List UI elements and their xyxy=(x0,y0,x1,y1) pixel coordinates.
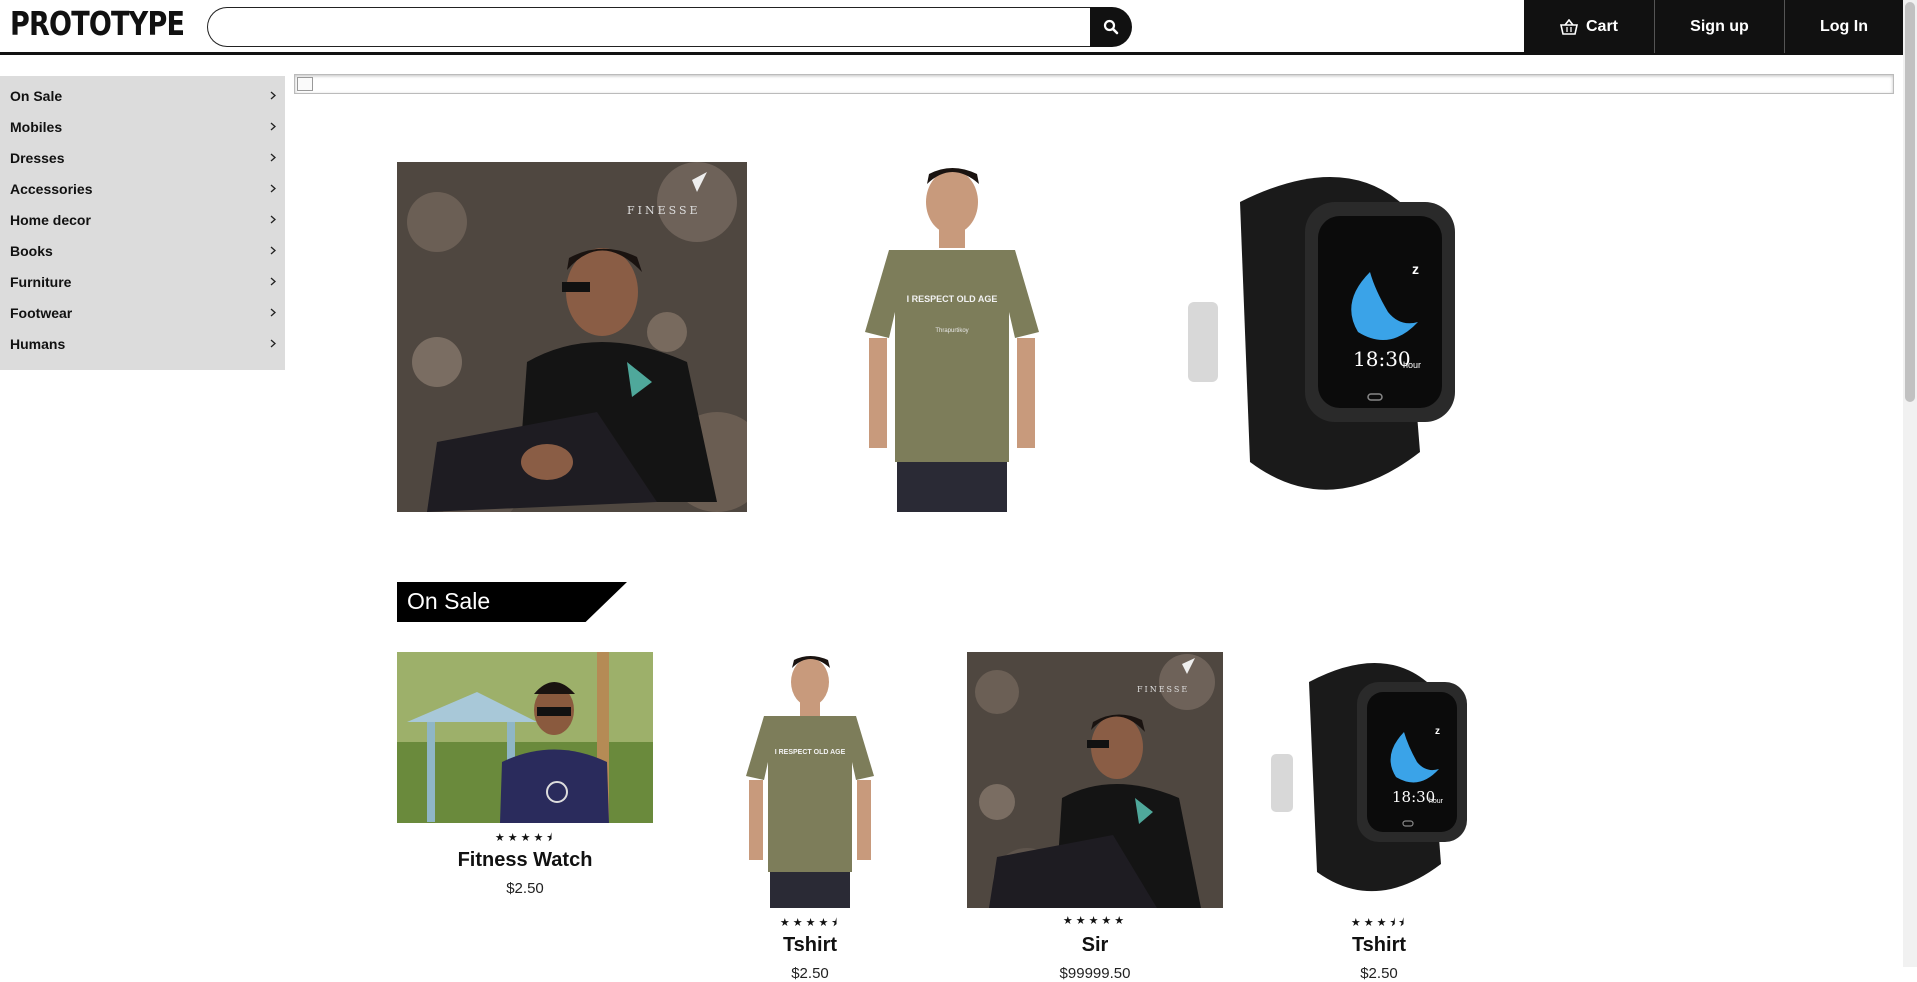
featured-product-2[interactable]: I RESPECT OLD AGE Thrapurtikoy xyxy=(777,162,1127,512)
svg-text:z: z xyxy=(1412,261,1419,277)
broken-image-icon xyxy=(297,77,313,91)
product-card[interactable]: ★★★★⯨ Fitness Watch $2.50 xyxy=(397,652,653,897)
cart-label: Cart xyxy=(1585,17,1618,35)
sidebar-item-furniture[interactable]: Furniture xyxy=(0,266,285,297)
product-image[interactable]: I RESPECT OLD AGE xyxy=(682,652,938,908)
sidebar-item-label: Accessories xyxy=(10,180,93,197)
svg-text:Thrapurtikoy: Thrapurtikoy xyxy=(935,328,968,334)
product-name[interactable]: Tshirt xyxy=(682,934,938,957)
sidebar-item-mobiles[interactable]: Mobiles xyxy=(0,111,285,142)
product-image-man-park xyxy=(397,652,653,823)
product-image-man-tshirt: I RESPECT OLD AGE xyxy=(682,652,938,908)
featured-product-3[interactable]: z 18:30 hour xyxy=(1160,162,1510,512)
product-image-man-sweater: FINESSE xyxy=(967,652,1223,908)
search-button[interactable] xyxy=(1090,7,1132,47)
page-scrollbar[interactable] xyxy=(1903,0,1917,967)
chevron-right-icon xyxy=(270,215,276,224)
product-name[interactable]: Sir xyxy=(967,934,1223,957)
product-price: $99999.50 xyxy=(1059,965,1131,982)
section-title: On Sale xyxy=(407,588,491,614)
sidebar-item-footwear[interactable]: Footwear xyxy=(0,297,285,328)
login-button[interactable]: Log In xyxy=(1784,0,1903,53)
featured-product-1[interactable]: FINESSE xyxy=(397,162,747,512)
sidebar-item-label: Dresses xyxy=(10,149,65,166)
product-image-smartwatch: z 18:30 hour xyxy=(1160,162,1510,512)
product-card[interactable]: I RESPECT OLD AGE ★★★★⯨ Tshirt $2.50 xyxy=(682,652,938,982)
category-sidebar: On Sale Mobiles Dresses Accessories Home… xyxy=(0,76,285,370)
chevron-right-icon xyxy=(270,153,276,162)
on-sale-heading: On Sale xyxy=(397,582,627,622)
search-input[interactable] xyxy=(207,7,1092,47)
chevron-right-icon xyxy=(270,308,276,317)
signup-button[interactable]: Sign up xyxy=(1654,0,1784,53)
rating-stars: ★★★★⯨ xyxy=(494,832,556,844)
svg-text:I RESPECT OLD AGE: I RESPECT OLD AGE xyxy=(775,749,846,756)
svg-text:FINESSE: FINESSE xyxy=(1137,685,1189,694)
header: PROTOTYPE Cart Sign up Log In xyxy=(0,0,1903,55)
product-image-smartwatch: z 18:30 hour xyxy=(1251,652,1507,908)
svg-text:z: z xyxy=(1435,726,1440,737)
rating-stars: ★★★⯨⯨ xyxy=(1350,917,1408,929)
search-icon xyxy=(1103,19,1119,35)
product-image-man-tshirt: I RESPECT OLD AGE Thrapurtikoy xyxy=(777,162,1127,512)
sidebar-item-label: Mobiles xyxy=(10,118,63,135)
top-nav: Cart Sign up Log In xyxy=(1524,0,1903,53)
rating-stars: ★★★★⯨ xyxy=(779,917,841,929)
svg-text:I RESPECT OLD AGE: I RESPECT OLD AGE xyxy=(907,294,998,304)
sidebar-item-accessories[interactable]: Accessories xyxy=(0,173,285,204)
product-price: $2.50 xyxy=(1360,965,1398,982)
sidebar-item-books[interactable]: Books xyxy=(0,235,285,266)
chevron-right-icon xyxy=(270,122,276,131)
basket-icon xyxy=(1559,18,1578,35)
svg-text:hour: hour xyxy=(1403,360,1421,370)
chevron-right-icon xyxy=(270,184,276,193)
rating-stars: ★★★★★ xyxy=(1062,915,1128,927)
svg-text:FINESSE: FINESSE xyxy=(627,204,701,217)
product-image-man-sweater: FINESSE xyxy=(397,162,747,512)
scrollbar-thumb[interactable] xyxy=(1905,2,1915,402)
product-image[interactable] xyxy=(397,652,653,823)
chevron-right-icon xyxy=(270,339,276,348)
sidebar-item-label: On Sale xyxy=(10,87,63,104)
sidebar-item-on-sale[interactable]: On Sale xyxy=(0,80,285,111)
hero-banner[interactable] xyxy=(294,74,1894,94)
sidebar-item-humans[interactable]: Humans xyxy=(0,328,285,359)
search-bar xyxy=(207,7,1132,47)
product-name[interactable]: Tshirt xyxy=(1251,934,1507,957)
product-image[interactable]: FINESSE xyxy=(967,652,1223,908)
sidebar-item-label: Home decor xyxy=(10,211,91,228)
sidebar-item-label: Humans xyxy=(10,335,66,352)
product-image[interactable]: z 18:30 hour xyxy=(1251,652,1507,908)
sidebar-item-dresses[interactable]: Dresses xyxy=(0,142,285,173)
sidebar-item-label: Footwear xyxy=(10,304,73,321)
site-logo[interactable]: PROTOTYPE xyxy=(10,4,185,43)
sidebar-item-label: Furniture xyxy=(10,273,72,290)
product-card[interactable]: FINESSE ★★★★★ Sir $99999.50 xyxy=(967,652,1223,982)
chevron-right-icon xyxy=(270,91,276,100)
product-name[interactable]: Fitness Watch xyxy=(397,849,653,872)
product-price: $2.50 xyxy=(791,965,829,982)
product-card[interactable]: z 18:30 hour ★★★⯨⯨ Tshirt $2.50 xyxy=(1251,652,1507,982)
svg-text:18:30: 18:30 xyxy=(1353,347,1411,371)
svg-text:hour: hour xyxy=(1429,798,1444,805)
chevron-right-icon xyxy=(270,277,276,286)
cart-button[interactable]: Cart xyxy=(1524,0,1654,53)
chevron-right-icon xyxy=(270,246,276,255)
product-price: $2.50 xyxy=(506,880,544,897)
sidebar-item-label: Books xyxy=(10,242,53,259)
sidebar-item-home-decor[interactable]: Home decor xyxy=(0,204,285,235)
